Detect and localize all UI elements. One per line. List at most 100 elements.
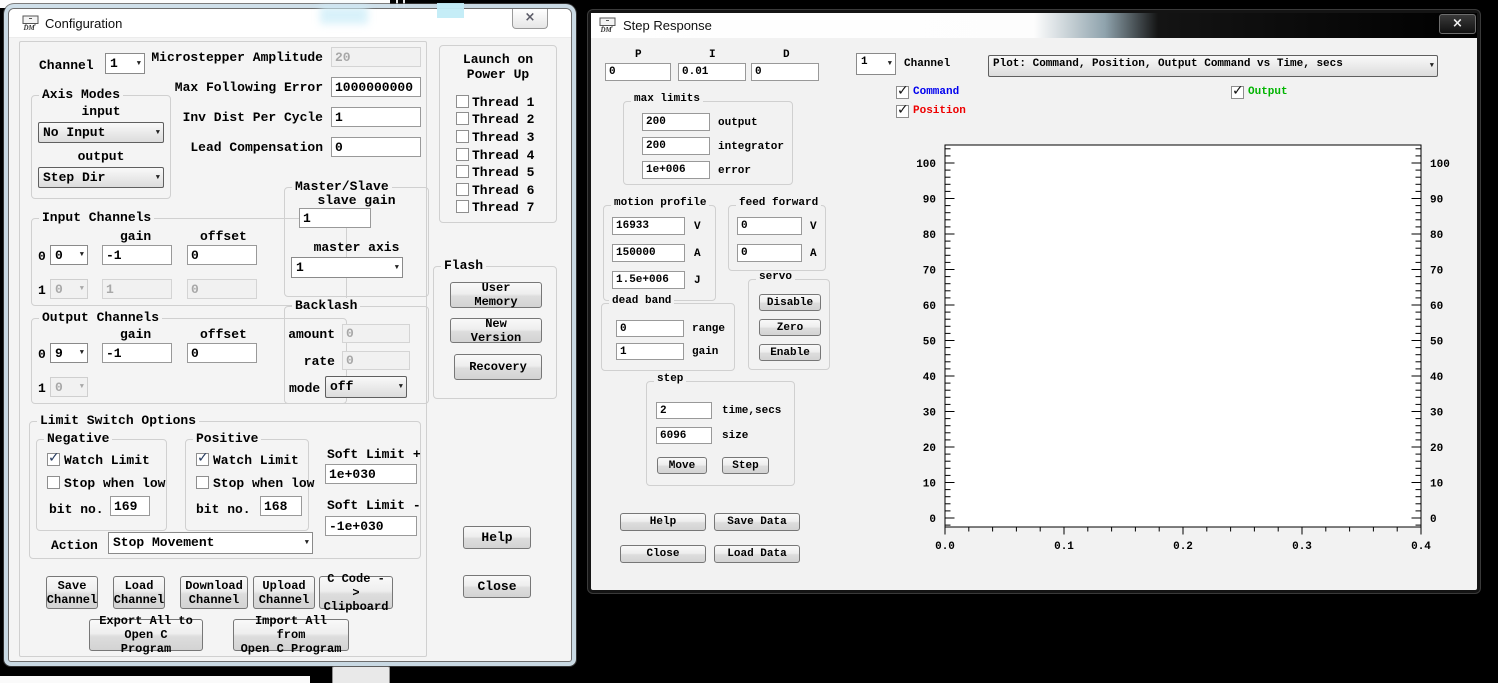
motion-jerk-label: J — [694, 275, 701, 287]
step-close-button[interactable]: Close — [620, 545, 706, 563]
thread-2-checkbox[interactable] — [456, 112, 469, 125]
app-icon: DM — [599, 17, 617, 33]
output-trace-checkbox[interactable] — [1231, 86, 1244, 99]
thread-3-checkbox[interactable] — [456, 130, 469, 143]
new-version-button[interactable]: New Version — [450, 318, 542, 343]
input-channel-0-offset[interactable] — [187, 245, 257, 265]
negative-watch-limit-checkbox[interactable] — [47, 453, 60, 466]
thread-6-checkbox[interactable] — [456, 183, 469, 196]
close-icon[interactable]: × — [1439, 14, 1476, 34]
download-channel-button[interactable]: DownloadChannel — [180, 576, 248, 609]
servo-disable-button[interactable]: Disable — [759, 294, 821, 311]
output-channel-0-select[interactable]: 9 — [50, 343, 88, 363]
thread-7-label: Thread 7 — [472, 200, 534, 215]
svg-text:0.0: 0.0 — [935, 541, 955, 553]
input-channel-0-select[interactable]: 0 — [50, 245, 88, 265]
max-integrator-field[interactable] — [642, 137, 710, 155]
flash-title: Flash — [441, 258, 486, 273]
motion-velocity-field[interactable] — [612, 217, 685, 235]
feed-forward-v-field[interactable] — [737, 217, 802, 235]
limit-switch-group: Limit Switch Options Negative Watch Limi… — [29, 421, 421, 559]
thread-4-checkbox[interactable] — [456, 148, 469, 161]
step-button[interactable]: Step — [722, 457, 769, 474]
d-field[interactable] — [751, 63, 819, 81]
dead-band-gain-field[interactable] — [616, 343, 684, 360]
positive-stop-when-low-checkbox[interactable] — [196, 476, 209, 489]
import-all-button[interactable]: Import All fromOpen C Program — [233, 619, 349, 651]
input-mode-select[interactable]: No Input — [38, 122, 164, 143]
positive-bit-field[interactable] — [260, 496, 302, 516]
max-following-error-field[interactable] — [331, 77, 421, 97]
export-all-button[interactable]: Export All toOpen C Program — [89, 619, 203, 651]
step-titlebar[interactable]: DM Step Response — [591, 13, 1477, 38]
negative-watch-limit-label: Watch Limit — [64, 453, 150, 468]
step-channel-select[interactable]: 1 — [856, 53, 896, 75]
backlash-amount-label: amount — [285, 327, 335, 342]
dead-band-range-field[interactable] — [616, 320, 684, 337]
config-close-button[interactable]: Close — [463, 575, 531, 598]
background-glass-highlight — [437, 3, 464, 18]
config-titlebar[interactable]: DM Configuration × — [9, 9, 571, 38]
negative-bit-field[interactable] — [110, 496, 150, 516]
master-axis-label: master axis — [285, 240, 428, 255]
step-help-button[interactable]: Help — [620, 513, 706, 531]
master-axis-select[interactable]: 1 — [291, 257, 403, 278]
thread-7-checkbox[interactable] — [456, 200, 469, 213]
dead-band-group: dead band range gain — [601, 303, 735, 371]
negative-stop-when-low-checkbox[interactable] — [47, 476, 60, 489]
config-help-button[interactable]: Help — [463, 526, 531, 549]
move-button[interactable]: Move — [657, 457, 707, 474]
input-channel-0-gain[interactable] — [102, 245, 172, 265]
user-memory-button[interactable]: User Memory — [450, 282, 542, 308]
negative-bit-label: bit no. — [49, 502, 104, 517]
save-data-button[interactable]: Save Data — [714, 513, 800, 531]
limit-action-select[interactable]: Stop Movement — [108, 532, 313, 554]
positive-watch-limit-checkbox[interactable] — [196, 453, 209, 466]
max-error-field[interactable] — [642, 161, 710, 179]
lead-compensation-field[interactable] — [331, 137, 421, 157]
output-channel-0-gain[interactable] — [102, 343, 172, 363]
i-field[interactable] — [678, 63, 746, 81]
close-icon[interactable]: × — [512, 9, 548, 29]
max-error-label: error — [718, 165, 751, 177]
c-code-clipboard-button[interactable]: C Code ->Clipboard — [319, 576, 393, 609]
output-mode-select[interactable]: Step Dir — [38, 167, 164, 188]
upload-channel-button[interactable]: UploadChannel — [253, 576, 315, 609]
slave-gain-field[interactable] — [299, 208, 371, 228]
feed-forward-a-field[interactable] — [737, 244, 802, 262]
motion-jerk-field[interactable] — [612, 271, 685, 289]
output-channel-1-select: 0 — [50, 377, 88, 397]
svg-text:80: 80 — [923, 230, 936, 242]
step-response-window: DM Step Response × P I D 1 Channel Plot:… — [588, 10, 1480, 593]
thread-4-label: Thread 4 — [472, 148, 534, 163]
svg-text:10: 10 — [1430, 479, 1443, 491]
inv-dist-per-cycle-field[interactable] — [331, 107, 421, 127]
servo-enable-button[interactable]: Enable — [759, 344, 821, 361]
load-channel-button[interactable]: LoadChannel — [113, 576, 165, 609]
load-data-button[interactable]: Load Data — [714, 545, 800, 563]
window-title: Configuration — [45, 16, 122, 31]
plot-type-select[interactable]: Plot: Command, Position, Output Command … — [988, 55, 1438, 77]
max-output-field[interactable] — [642, 113, 710, 131]
thread-1-checkbox[interactable] — [456, 95, 469, 108]
flash-group: Flash User Memory New Version Recovery — [433, 266, 557, 399]
soft-limit-minus-field[interactable] — [325, 516, 417, 536]
negative-limit-group: Negative Watch Limit Stop when low bit n… — [36, 439, 167, 531]
max-integrator-label: integrator — [718, 141, 784, 153]
thread-5-checkbox[interactable] — [456, 165, 469, 178]
servo-zero-button[interactable]: Zero — [759, 319, 821, 336]
channel-select[interactable]: 1 — [105, 53, 145, 74]
position-trace-checkbox[interactable] — [896, 105, 909, 118]
soft-limit-plus-field[interactable] — [325, 464, 417, 484]
step-size-field[interactable] — [656, 427, 712, 444]
recovery-button[interactable]: Recovery — [454, 354, 542, 380]
step-time-field[interactable] — [656, 402, 712, 419]
command-trace-checkbox[interactable] — [896, 86, 909, 99]
p-field[interactable] — [605, 63, 671, 81]
save-channel-button[interactable]: SaveChannel — [46, 576, 98, 609]
gain-header: gain — [120, 229, 151, 244]
output-channel-0-offset[interactable] — [187, 343, 257, 363]
backlash-mode-select[interactable]: off — [325, 376, 407, 398]
max-limits-title: max limits — [631, 93, 703, 105]
motion-accel-field[interactable] — [612, 244, 685, 262]
